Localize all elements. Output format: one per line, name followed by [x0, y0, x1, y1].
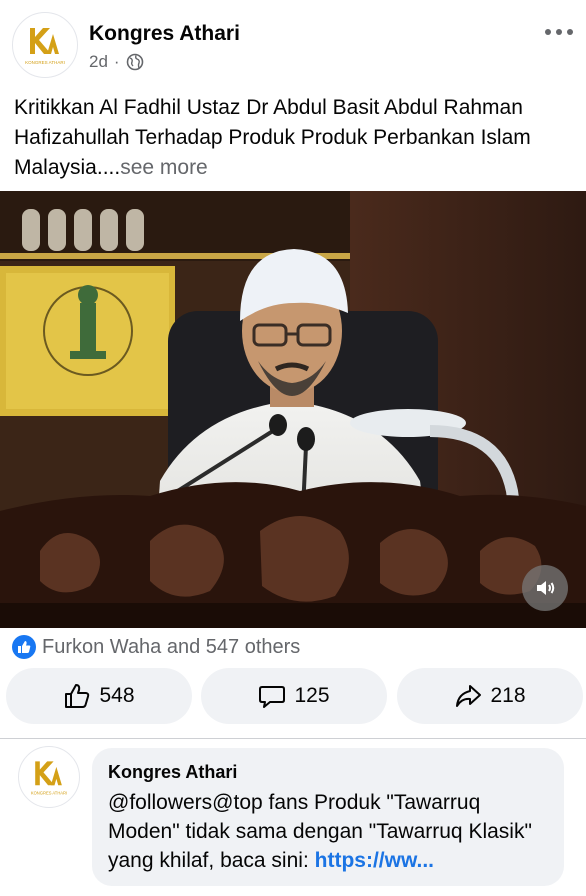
comment-text: @followers@top fans Produk "Tawarruq Mod… [108, 788, 548, 875]
post-header: KONGRES ATHARI Kongres Athari 2d · [0, 0, 586, 88]
comment-author[interactable]: Kongres Athari [108, 762, 237, 783]
share-count: 218 [490, 684, 526, 707]
svg-text:KONGRES ATHARI: KONGRES ATHARI [31, 790, 67, 795]
like-button[interactable]: 548 [6, 668, 192, 724]
divider [0, 738, 586, 739]
thumbs-up-icon [65, 684, 90, 708]
comment-button[interactable]: 125 [201, 668, 387, 724]
comment-avatar[interactable]: KONGRES ATHARI [18, 746, 80, 808]
post-meta: 2d · [89, 52, 144, 72]
reactions-text: Furkon Waha and 547 others [42, 635, 301, 658]
like-count: 548 [99, 684, 135, 707]
svg-text:KONGRES ATHARI: KONGRES ATHARI [25, 60, 65, 65]
like-badge-icon [12, 635, 36, 659]
comment-bubble: Kongres Athari @followers@top fans Produ… [92, 748, 564, 886]
post-time[interactable]: 2d [89, 52, 108, 72]
post-text: Kritikkan Al Fadhil Ustaz Dr Abdul Basit… [14, 93, 576, 183]
share-button[interactable]: 218 [397, 668, 583, 724]
share-icon [456, 685, 482, 707]
post-body: Kritikkan Al Fadhil Ustaz Dr Abdul Basit… [14, 96, 531, 179]
comment-link[interactable]: https://ww... [315, 849, 434, 872]
comment-icon [259, 686, 286, 708]
globe-icon [126, 53, 143, 71]
kongres-athari-logo: KONGRES ATHARI [25, 28, 65, 65]
see-more-link[interactable]: see more [120, 156, 208, 179]
meta-separator: · [113, 52, 120, 71]
mute-button[interactable] [522, 565, 568, 611]
video-player[interactable] [0, 191, 586, 628]
page-name[interactable]: Kongres Athari [89, 22, 240, 46]
page-avatar[interactable]: KONGRES ATHARI [12, 12, 78, 78]
reactions-summary[interactable]: Furkon Waha and 547 others [12, 632, 300, 662]
more-horizontal-icon [545, 29, 573, 35]
more-options-button[interactable] [542, 20, 576, 44]
speaker-icon [537, 581, 555, 595]
video-frame [0, 191, 586, 628]
comment-count: 125 [294, 684, 330, 707]
kongres-athari-logo: KONGRES ATHARI [31, 761, 67, 795]
